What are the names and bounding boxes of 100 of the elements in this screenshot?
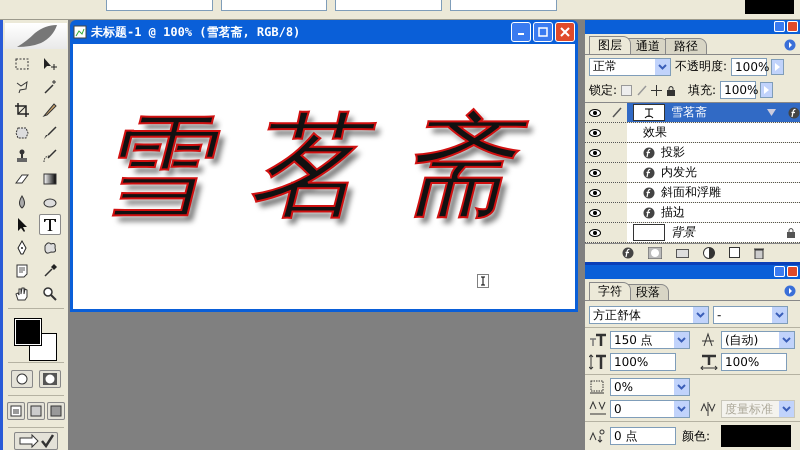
minimize-button[interactable] [774, 21, 785, 32]
standard-mode-button[interactable] [10, 370, 32, 388]
close-icon [560, 27, 570, 37]
lock-icon[interactable] [666, 84, 676, 96]
eye-icon[interactable] [589, 228, 601, 237]
fill-arrow-button[interactable] [760, 82, 774, 98]
vertical-scale-icon [589, 354, 607, 370]
brush-icon [42, 124, 58, 140]
eye-icon[interactable] [589, 108, 601, 117]
mask-icon [42, 372, 56, 384]
jump-button[interactable] [14, 432, 58, 450]
kerning-icon [700, 401, 716, 418]
new-layer-icon[interactable] [728, 247, 740, 258]
checker-icon[interactable] [621, 84, 632, 96]
leading-dropdown[interactable]: (自动) [721, 331, 795, 350]
vertical-scale-field[interactable]: 100% [610, 353, 676, 372]
layer-row[interactable]: 雪茗斋 [627, 103, 800, 122]
effect-icon [643, 186, 655, 199]
opacity-field[interactable]: 100% [731, 58, 768, 76]
circle-icon [16, 372, 28, 384]
panel-tab[interactable]: 路径 [665, 38, 707, 54]
note-icon [14, 262, 30, 278]
screen-mode-button[interactable] [26, 402, 44, 420]
panel-tab[interactable]: 段落 [627, 284, 669, 300]
window-icon [10, 405, 22, 418]
text-color-swatch[interactable] [721, 425, 791, 448]
text-cursor-icon [477, 274, 489, 288]
horizontal-scale-field[interactable]: 100% [721, 353, 787, 372]
font-family-dropdown[interactable]: 方正舒体 [589, 306, 709, 324]
hand-icon [14, 286, 30, 302]
eye-icon[interactable] [589, 148, 601, 157]
tsume-dropdown[interactable]: 0% [610, 378, 690, 396]
layer-name: 雪茗斋 [671, 104, 707, 122]
document-icon [73, 25, 87, 39]
magic-wand-icon [42, 78, 58, 94]
square-icon [30, 405, 42, 418]
baseline-shift-icon [589, 428, 607, 444]
eye-icon[interactable] [589, 168, 601, 177]
screen-mode-button[interactable] [6, 402, 24, 420]
eye-icon[interactable] [589, 188, 601, 197]
quick-mask-button[interactable] [38, 370, 60, 388]
effect-icon [643, 206, 655, 219]
color-label: 颜色: [682, 428, 712, 445]
fill-label: 填充: [688, 82, 716, 99]
trash-icon[interactable] [754, 246, 764, 259]
tsume-icon [589, 379, 605, 396]
layer-name: 背景 [671, 224, 695, 242]
panel-menu-icon[interactable] [784, 284, 796, 297]
close-button[interactable] [787, 21, 798, 32]
effect-name[interactable]: 投影 [661, 144, 685, 162]
mask-icon[interactable] [648, 246, 662, 259]
leading-icon [700, 332, 716, 348]
move-arrow-icon [42, 56, 58, 72]
letter-t-icon [42, 216, 58, 232]
triangle-right-icon [775, 62, 780, 71]
half-circle-icon[interactable] [702, 246, 714, 259]
font-style-dropdown[interactable]: - [713, 306, 788, 324]
square-icon [50, 405, 62, 418]
layer-row[interactable]: 背景 [627, 223, 800, 242]
blob-shape-icon [42, 240, 58, 256]
effect-icon [622, 246, 634, 259]
eyedropper-icon [42, 262, 58, 278]
dashed-rectangle-icon [14, 56, 30, 72]
window-title: 未标题-1 @ 100% (雪茗斋, RGB/8) [91, 24, 300, 40]
baseline-shift-field[interactable]: 0 点 [610, 427, 676, 446]
folder-icon[interactable] [676, 248, 688, 258]
effect-name[interactable]: 内发光 [661, 164, 697, 182]
panel-tab[interactable]: 字符 [589, 282, 631, 300]
maximize-button[interactable] [533, 22, 553, 42]
tracking-dropdown[interactable]: 0 [610, 400, 690, 418]
effect-icon [643, 166, 655, 179]
tracking-icon [589, 401, 607, 418]
eye-icon[interactable] [589, 128, 601, 137]
fill-field[interactable]: 100% [720, 81, 756, 100]
maximize-icon [538, 27, 548, 37]
opacity-arrow-button[interactable] [771, 58, 784, 75]
close-button[interactable] [555, 22, 575, 42]
horizontal-scale-icon [700, 354, 718, 370]
panel-menu-icon[interactable] [784, 38, 796, 51]
panel-tab[interactable]: 图层 [589, 36, 631, 54]
blend-mode-dropdown[interactable]: 正常 [589, 58, 671, 76]
expand-triangle-icon[interactable] [767, 109, 776, 116]
foreground-color-swatch[interactable] [14, 318, 40, 345]
screen-mode-button[interactable] [46, 402, 64, 420]
minimize-button[interactable] [774, 266, 785, 278]
close-button[interactable] [787, 266, 798, 278]
font-size-icon [589, 333, 607, 348]
eye-icon[interactable] [589, 208, 601, 217]
effect-name[interactable]: 描边 [661, 204, 685, 222]
minimize-button[interactable] [511, 22, 531, 42]
type-thumbnail-icon [643, 106, 655, 119]
font-size-dropdown[interactable]: 150 点 [610, 331, 690, 350]
gradient-icon [42, 170, 58, 186]
knife-icon [42, 102, 58, 118]
history-brush-icon [42, 148, 58, 164]
effect-icon [643, 146, 655, 159]
tool-button[interactable] [38, 214, 60, 235]
crop-icon [14, 102, 30, 118]
move-cross-icon[interactable] [651, 84, 662, 96]
zoom-icon [42, 286, 58, 302]
